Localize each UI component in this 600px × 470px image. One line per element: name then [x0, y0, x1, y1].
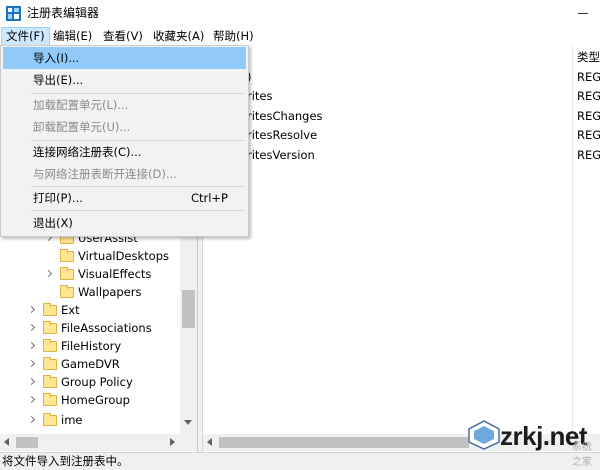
menu-separator: [31, 210, 245, 211]
scrollbar-thumb[interactable]: [182, 290, 195, 328]
menu-view[interactable]: 查看(V): [99, 27, 147, 46]
value-row[interactable]: rites: [247, 87, 567, 105]
value-name: ritesChanges: [247, 109, 323, 123]
folder-icon: [43, 375, 57, 388]
value-type: REG: [577, 70, 600, 84]
tree-item[interactable]: VirtualDesktops: [0, 247, 180, 265]
scroll-left-arrow-icon[interactable]: [4, 438, 9, 446]
tree-item[interactable]: Ext: [0, 301, 180, 319]
menu-item-exit[interactable]: 退出(X): [3, 212, 246, 234]
tree-horizontal-scrollbar[interactable]: [0, 434, 197, 451]
value-name: ritesVersion: [247, 148, 315, 162]
menu-edit[interactable]: 编辑(E): [49, 27, 96, 46]
tree-item[interactable]: Group Policy: [0, 373, 180, 391]
chevron-right-icon[interactable]: [28, 324, 36, 332]
folder-icon: [43, 303, 57, 316]
tree-item[interactable]: VisualEffects: [0, 265, 180, 283]
value-row[interactable]: ritesVersion: [247, 146, 567, 164]
folder-icon: [60, 285, 74, 298]
chevron-right-icon[interactable]: [28, 360, 36, 368]
watermark-logo-icon: [468, 420, 500, 450]
value-type: REG: [577, 128, 600, 142]
menu-file[interactable]: 文件(F): [1, 27, 50, 46]
menu-item-disconnect-network-registry: 与网络注册表断开连接(D)...: [33, 167, 177, 181]
minimize-button[interactable]: [576, 6, 590, 20]
chevron-right-icon[interactable]: [28, 416, 36, 424]
value-type: REG: [577, 109, 600, 123]
menu-item-import[interactable]: 导入(I)...: [3, 47, 246, 69]
window-title: 注册表编辑器: [27, 6, 100, 20]
column-header-type[interactable]: 类型: [577, 46, 600, 68]
menu-item-connect-network-registry[interactable]: 连接网络注册表(C)...: [3, 141, 246, 163]
column-separator[interactable]: [572, 46, 573, 434]
value-type: REG: [577, 89, 600, 103]
chevron-right-icon[interactable]: [28, 342, 36, 350]
tree-item[interactable]: GameDVR: [0, 355, 180, 373]
value-row[interactable]: ritesChanges: [247, 107, 567, 125]
scrollbar-thumb[interactable]: [16, 437, 38, 448]
menu-item-export[interactable]: 导出(E)...: [3, 69, 246, 91]
menu-item-print[interactable]: 打印(P)... Ctrl+P: [3, 187, 246, 209]
folder-icon: [43, 413, 57, 426]
folder-icon: [43, 393, 57, 406]
folder-icon: [60, 249, 74, 262]
print-shortcut: Ctrl+P: [190, 191, 228, 205]
title-bar: 注册表编辑器: [0, 0, 600, 27]
folder-icon: [43, 321, 57, 334]
menu-bar: 文件(F) 编辑(E) 查看(V) 收藏夹(A) 帮助(H): [0, 27, 600, 46]
scroll-right-arrow-icon[interactable]: [170, 438, 175, 446]
watermark: zrkj.net 系统之家: [468, 418, 600, 468]
value-name: ritesResolve: [247, 128, 318, 142]
value-row[interactable]: ritesResolve: [247, 126, 567, 144]
tree-item[interactable]: ime: [0, 411, 180, 429]
tree-item[interactable]: FileHistory: [0, 337, 180, 355]
regedit-app-icon: [6, 6, 21, 21]
value-name: rites: [247, 89, 273, 103]
tree-item[interactable]: Wallpapers: [0, 283, 180, 301]
folder-icon: [43, 357, 57, 370]
scroll-left-arrow-icon[interactable]: [207, 438, 212, 446]
menu-item-load-hive: 加载配置单元(L)...: [33, 98, 129, 112]
watermark-subtext: 系统之家: [572, 442, 592, 468]
menu-favorites[interactable]: 收藏夹(A): [149, 27, 208, 46]
menu-item-unload-hive: 卸载配置单元(U)...: [33, 120, 131, 134]
chevron-right-icon[interactable]: [28, 306, 36, 314]
value-type: REG: [577, 148, 600, 162]
chevron-right-icon[interactable]: [28, 378, 36, 386]
status-bar: 将文件导入到注册表中。: [0, 452, 600, 470]
tree-item[interactable]: FileAssociations: [0, 319, 180, 337]
registry-values-pane: 类型 ) REG rites REG ritesChanges REG rite…: [203, 46, 600, 452]
chevron-right-icon[interactable]: [45, 270, 53, 278]
scroll-down-arrow-icon[interactable]: [184, 420, 192, 425]
status-text: 将文件导入到注册表中。: [2, 454, 129, 468]
value-row[interactable]: ): [247, 68, 567, 86]
chevron-right-icon[interactable]: [28, 396, 36, 404]
folder-icon: [60, 267, 74, 280]
folder-icon: [43, 339, 57, 352]
scrollbar-thumb[interactable]: [219, 437, 469, 448]
menu-help[interactable]: 帮助(H): [209, 27, 258, 46]
tree-item[interactable]: HomeGroup: [0, 391, 180, 409]
file-menu-dropdown: 导入(I)... 导出(E)... 加载配置单元(L)... 卸载配置单元(U)…: [0, 45, 249, 237]
